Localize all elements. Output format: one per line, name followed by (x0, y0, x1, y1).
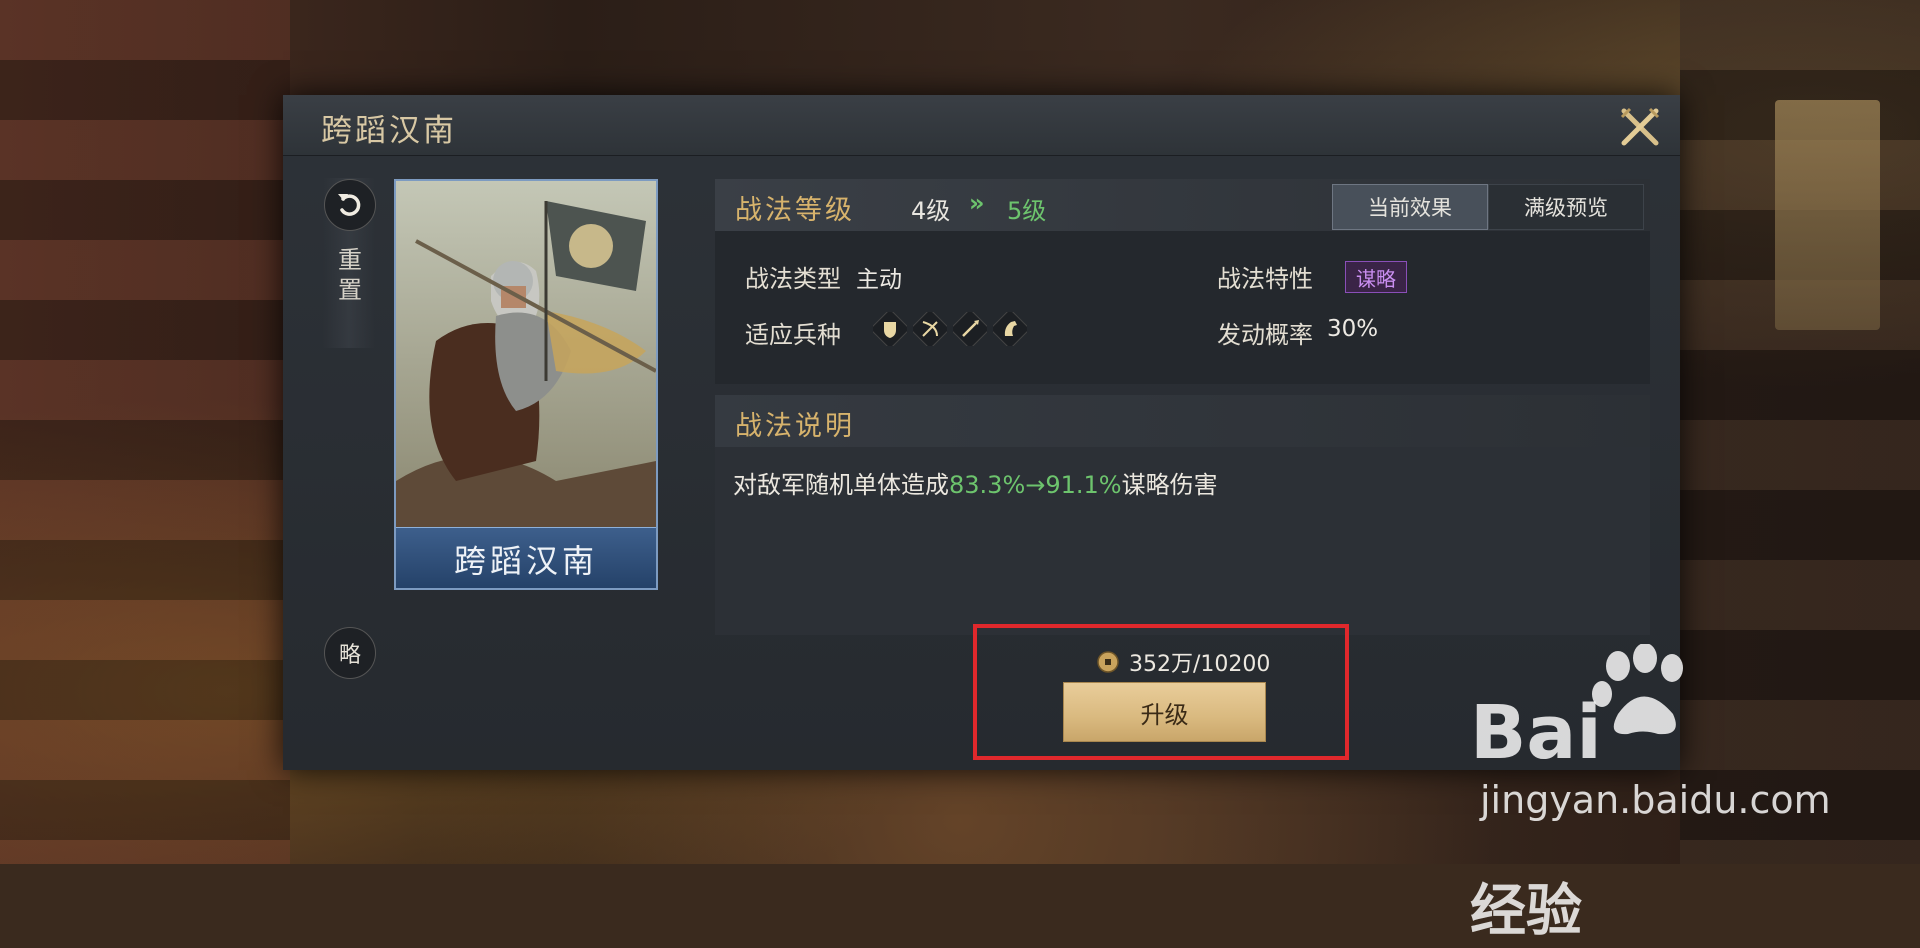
effect-tabs: 当前效果 满级预览 (1332, 184, 1644, 230)
next-level: 5级 (1007, 197, 1047, 225)
tactic-trait-label: 战法特性 (1217, 265, 1313, 293)
description-text: 对敌军随机单体造成83.3%→91.1%谋略伤害 (733, 465, 1218, 500)
upgrade-button[interactable]: 升级 (1063, 682, 1266, 742)
upgrade-cost: 352万/10200 (1097, 646, 1270, 678)
tactic-info-panel: 战法等级 4级 » 5级 当前效果 满级预览 战法类型 主动 战法特性 谋略 适… (715, 179, 1650, 384)
reset-label: 重置 (338, 246, 362, 304)
card-name: 跨蹈汉南 (453, 542, 598, 580)
rotate-ccw-icon (338, 194, 361, 216)
spear-icon (953, 312, 987, 346)
horse-icon (993, 312, 1027, 346)
dialog-title: 跨蹈汉南 (321, 113, 457, 149)
level-label: 战法等级 (735, 195, 855, 226)
current-level: 4级 (911, 197, 951, 225)
description-prefix: 对敌军随机单体造成 (733, 471, 949, 499)
description-suffix: 谋略伤害 (1121, 471, 1218, 499)
tactic-description-panel: 战法说明 对敌军随机单体造成83.3%→91.1%谋略伤害 (715, 395, 1650, 635)
trigger-rate-label: 发动概率 (1217, 321, 1313, 349)
card-name-bar: 跨蹈汉南 (396, 527, 656, 588)
dialog-header: 跨蹈汉南 (283, 95, 1680, 156)
upgrade-cost-value: 352万/10200 (1129, 652, 1271, 677)
watermark-brand-text: Bai (1470, 690, 1602, 776)
tactic-card: 跨蹈汉南 (394, 179, 658, 590)
description-header: 战法说明 (715, 395, 1650, 447)
reset-button[interactable] (324, 179, 376, 231)
description-values: 83.3%→91.1% (949, 471, 1122, 499)
watermark-brand-suffix: 经验 (1470, 879, 1582, 944)
bow-icon (913, 312, 947, 346)
strategy-type-badge: 略 (324, 627, 376, 679)
paw-icon (1592, 644, 1683, 735)
watermark-url: jingyan.baidu.com (1480, 778, 1831, 822)
tab-current-effect[interactable]: 当前效果 (1332, 184, 1488, 230)
tactic-type-label: 战法类型 (745, 265, 841, 293)
tab-max-level-preview[interactable]: 满级预览 (1488, 184, 1644, 230)
tactic-trait-badge: 谋略 (1345, 261, 1407, 293)
crossed-swords-close-icon (1620, 107, 1660, 146)
background-scroll (1775, 100, 1880, 330)
trigger-rate-value: 30% (1327, 316, 1379, 342)
tactic-type-value: 主动 (856, 267, 902, 293)
coin-icon (1097, 651, 1119, 673)
description-title: 战法说明 (735, 411, 855, 442)
shield-icon (873, 312, 907, 346)
troop-types-label: 适应兵种 (745, 321, 841, 349)
level-header: 战法等级 4级 » 5级 当前效果 满级预览 (715, 179, 1650, 231)
level-arrow-icon: » (969, 189, 985, 217)
general-portrait-art (396, 181, 656, 531)
close-button[interactable] (1618, 105, 1662, 149)
tactic-dialog: 跨蹈汉南 重置 略 跨蹈汉南 战法等级 4级 » 5级 当前效果 满级预览 战法… (283, 95, 1680, 770)
